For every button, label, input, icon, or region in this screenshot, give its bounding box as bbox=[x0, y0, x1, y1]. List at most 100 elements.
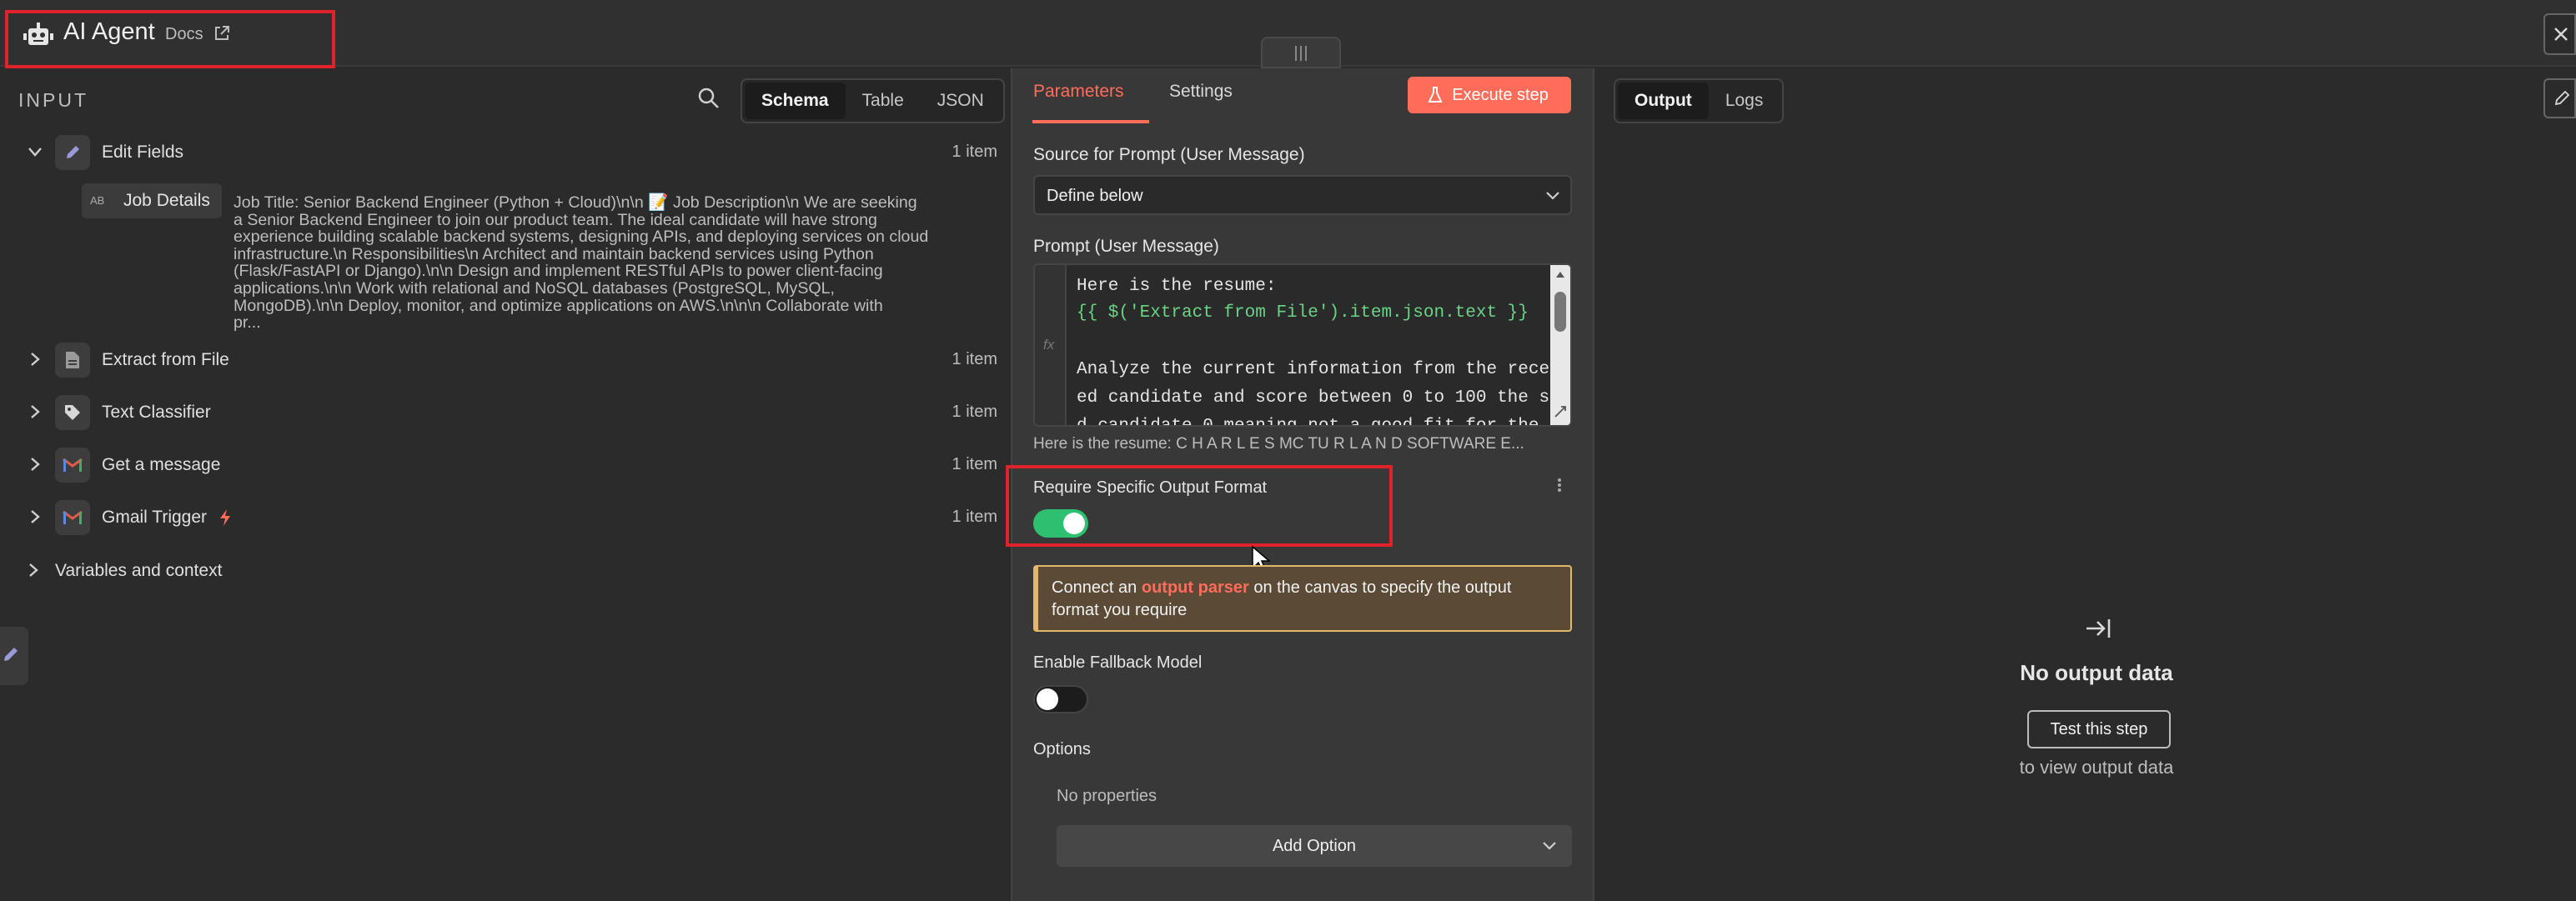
code-line: d candidate 0 meaning not a good fit for… bbox=[1077, 417, 1560, 427]
value-line: applications.\n\n Work with relational a… bbox=[233, 278, 835, 298]
edit-output-button[interactable] bbox=[2543, 78, 2576, 118]
close-icon bbox=[2554, 28, 2568, 41]
tree-node-get-a-message[interactable]: Get a message 1 item bbox=[0, 443, 1011, 488]
node-label: Edit Fields bbox=[102, 143, 184, 162]
options-label: Options bbox=[1033, 740, 1091, 758]
chevron-right-icon[interactable] bbox=[27, 456, 43, 473]
chevron-right-icon[interactable] bbox=[25, 562, 42, 578]
chevron-right-icon[interactable] bbox=[27, 403, 43, 420]
prompt-editor[interactable]: fx Here is the resume: {{ $('Extract fro… bbox=[1033, 263, 1572, 427]
prompt-label: Prompt (User Message) bbox=[1033, 237, 1219, 256]
lightning-trigger-icon bbox=[220, 509, 230, 526]
item-count: 1 item bbox=[952, 455, 997, 473]
value-line: a Senior Backend Engineer to join our pr… bbox=[233, 210, 877, 229]
select-value: Define below bbox=[1047, 187, 1143, 205]
flask-icon bbox=[1428, 87, 1443, 103]
source-prompt-select[interactable]: Define below bbox=[1033, 175, 1572, 215]
gmail-icon bbox=[55, 448, 90, 483]
arrow-right-to-bar-icon bbox=[2086, 619, 2111, 638]
pencil-icon bbox=[4, 648, 18, 661]
node-label: Extract from File bbox=[102, 350, 229, 369]
field-name: Job Details bbox=[123, 191, 210, 210]
tree-node-edit-fields[interactable]: Edit Fields 1 item bbox=[0, 130, 1011, 175]
expression-indicator: fx bbox=[1035, 265, 1067, 425]
code-line: Here is the resume: bbox=[1077, 277, 1277, 296]
node-title: AI Agent bbox=[63, 18, 155, 45]
item-count: 1 item bbox=[952, 143, 997, 161]
grip-icon bbox=[1295, 46, 1307, 61]
item-count: 1 item bbox=[952, 508, 997, 526]
chevron-right-icon[interactable] bbox=[27, 508, 43, 525]
fallback-model-toggle[interactable] bbox=[1033, 685, 1088, 713]
docs-link[interactable]: Docs bbox=[165, 25, 203, 44]
tag-icon bbox=[55, 395, 90, 430]
output-view-switcher: Output Logs bbox=[1614, 78, 1785, 123]
external-link-icon[interactable] bbox=[213, 25, 230, 42]
execute-step-button[interactable]: Execute step bbox=[1408, 77, 1571, 113]
tree-node-extract-from-file[interactable]: Extract from File 1 item bbox=[0, 338, 1011, 383]
tree-node-gmail-trigger[interactable]: Gmail Trigger 1 item bbox=[0, 495, 1011, 540]
node-label: Get a message bbox=[102, 455, 221, 474]
prompt-preview: Here is the resume: C H A R L E S MC TU … bbox=[1033, 435, 1524, 453]
input-view-switcher: Schema Table JSON bbox=[741, 78, 1005, 123]
value-line: infrastructure.\n Responsibilities\n Arc… bbox=[233, 244, 874, 263]
code-line: Analyze the current information from the… bbox=[1077, 360, 1571, 379]
value-line: pr... bbox=[233, 313, 261, 333]
expand-editor-icon[interactable] bbox=[1554, 405, 1567, 418]
pencil-icon bbox=[2554, 90, 2570, 106]
add-option-button[interactable]: Add Option bbox=[1057, 825, 1572, 867]
fallback-model-label: Enable Fallback Model bbox=[1033, 653, 1203, 672]
field-value: Job Title: Senior Backend Engineer (Pyth… bbox=[233, 194, 1001, 332]
notice-text: Connect an bbox=[1052, 578, 1142, 597]
string-type-badge: AB bbox=[90, 194, 105, 207]
more-options-icon[interactable] bbox=[1556, 477, 1563, 493]
close-button[interactable] bbox=[2543, 13, 2576, 55]
pencil-icon bbox=[55, 135, 90, 170]
input-panel-label: INPUT bbox=[18, 89, 88, 111]
tree-node-variables-context[interactable]: Variables and context bbox=[0, 548, 1011, 593]
value-line: (Flask/FastAPI or Django).\n\n Design an… bbox=[233, 262, 883, 281]
fx-label: fx bbox=[1043, 337, 1055, 353]
tab-parameters[interactable]: Parameters bbox=[1033, 82, 1124, 102]
value-line: MongoDB).\n\n Deploy, monitor, and optim… bbox=[233, 296, 883, 315]
item-count: 1 item bbox=[952, 350, 997, 368]
node-label: Text Classifier bbox=[102, 403, 211, 422]
editor-scrollbar[interactable] bbox=[1550, 265, 1570, 425]
require-format-label: Require Specific Output Format bbox=[1033, 478, 1268, 497]
toggle-knob bbox=[1063, 513, 1085, 534]
node-label: Variables and context bbox=[55, 561, 223, 580]
item-count: 1 item bbox=[952, 403, 997, 421]
code-line: ed candidate and score between 0 to 100 … bbox=[1077, 388, 1571, 408]
require-format-toggle[interactable] bbox=[1033, 509, 1088, 538]
output-parser-notice: Connect an output parser on the canvas t… bbox=[1033, 565, 1572, 632]
value-line: experience building scalable backend sys… bbox=[233, 228, 929, 247]
field-job-details[interactable]: AB Job Details bbox=[82, 183, 222, 218]
add-option-label: Add Option bbox=[1272, 837, 1357, 855]
source-prompt-label: Source for Prompt (User Message) bbox=[1033, 145, 1305, 164]
tree-node-text-classifier[interactable]: Text Classifier 1 item bbox=[0, 390, 1011, 435]
scroll-up-icon[interactable] bbox=[1555, 270, 1565, 278]
execute-step-label: Execute step bbox=[1452, 86, 1549, 104]
value-line: Job Title: Senior Backend Engineer (Pyth… bbox=[233, 193, 917, 212]
scroll-thumb[interactable] bbox=[1554, 292, 1566, 332]
chevron-down-icon[interactable] bbox=[27, 143, 43, 160]
view-tab-table[interactable]: Table bbox=[846, 83, 921, 119]
tab-settings[interactable]: Settings bbox=[1169, 82, 1233, 102]
output-parser-link[interactable]: output parser bbox=[1142, 578, 1249, 597]
no-properties-text: No properties bbox=[1057, 787, 1157, 805]
edit-side-tab[interactable] bbox=[0, 627, 28, 685]
tab-logs[interactable]: Logs bbox=[1709, 83, 1780, 119]
code-expression-line: {{ $('Extract from File').item.json.text… bbox=[1077, 303, 1529, 323]
gmail-icon bbox=[55, 500, 90, 535]
toggle-knob bbox=[1037, 688, 1058, 710]
file-icon bbox=[55, 343, 90, 378]
test-step-button[interactable]: Test this step bbox=[2027, 710, 2171, 748]
view-tab-json[interactable]: JSON bbox=[921, 83, 1001, 119]
chevron-right-icon[interactable] bbox=[27, 351, 43, 368]
search-icon[interactable] bbox=[697, 87, 721, 110]
view-tab-schema[interactable]: Schema bbox=[745, 83, 846, 119]
no-output-title: No output data bbox=[2020, 660, 2173, 685]
node-label: Gmail Trigger bbox=[102, 508, 208, 527]
tab-output[interactable]: Output bbox=[1618, 83, 1709, 119]
no-output-subtitle: to view output data bbox=[2019, 757, 2174, 778]
